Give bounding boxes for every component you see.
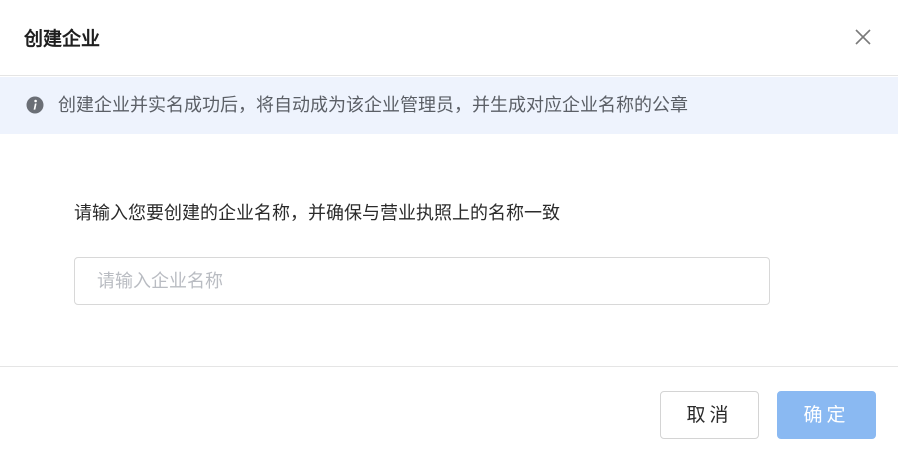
info-notice-bar: 创建企业并实名成功后，将自动成为该企业管理员，并生成对应企业名称的公章 <box>0 77 898 134</box>
cancel-button[interactable]: 取消 <box>660 391 759 439</box>
form-prompt: 请输入您要创建的企业名称，并确保与营业执照上的名称一致 <box>74 203 560 224</box>
close-icon <box>855 29 871 45</box>
info-icon <box>26 96 44 114</box>
dialog-title: 创建企业 <box>24 28 101 50</box>
close-button[interactable] <box>853 27 873 47</box>
dialog-header: 创建企业 <box>0 0 898 76</box>
footer-divider <box>0 366 898 367</box>
create-enterprise-dialog: 创建企业 创建企业并实名成功后，将自动成为该企业管理员，并生成对应企业名称的公章… <box>0 0 898 464</box>
enterprise-name-input[interactable] <box>74 257 770 305</box>
confirm-button[interactable]: 确定 <box>777 391 876 439</box>
notice-text: 创建企业并实名成功后，将自动成为该企业管理员，并生成对应企业名称的公章 <box>58 95 688 116</box>
